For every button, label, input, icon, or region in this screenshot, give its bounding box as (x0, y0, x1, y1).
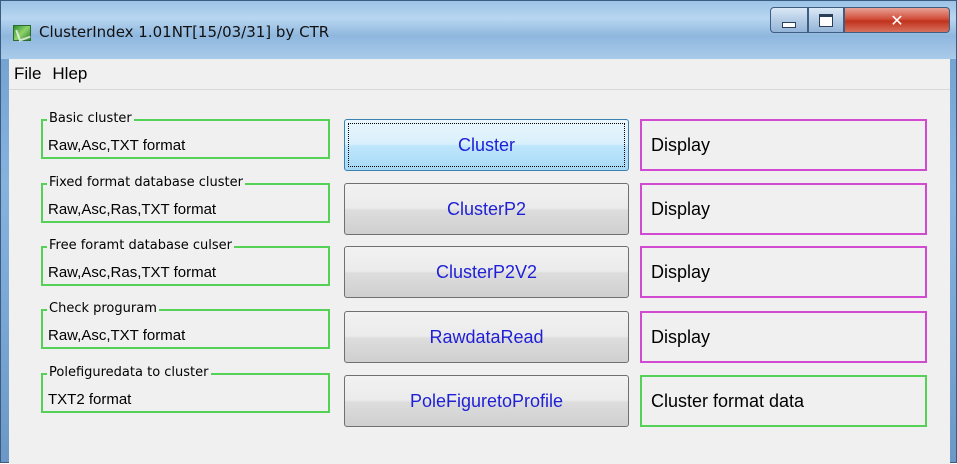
output-label: Cluster format data (651, 390, 805, 411)
group-title: Check proguram (47, 301, 159, 317)
window-title: ClusterIndex 1.01NT[15/03/31] by CTR (39, 23, 330, 41)
group-check-program: Check proguram Raw,Asc,TXT format (41, 301, 330, 349)
group-format-label: Raw,Asc,Ras,TXT format (48, 264, 217, 281)
menu-bar: File Hlep (9, 59, 950, 90)
group-format-label: TXT2 format (48, 391, 132, 408)
clusterp2v2-button[interactable]: ClusterP2V2 (344, 246, 629, 298)
close-button[interactable]: ✕ (844, 7, 950, 33)
group-polefigure: Polefiguredata to cluster TXT2 format (41, 365, 330, 413)
output-box-polefigure[interactable]: Cluster format data (640, 375, 927, 427)
group-format-label: Raw,Asc,Ras,TXT format (48, 201, 217, 218)
minimize-icon (782, 22, 796, 28)
group-title: Polefiguredata to cluster (47, 365, 211, 381)
group-format-label: Raw,Asc,TXT format (48, 327, 186, 344)
output-box-clusterp2v2[interactable]: Display (640, 246, 927, 298)
output-label: Display (651, 261, 711, 282)
output-label: Display (651, 134, 711, 155)
clusterp2-button[interactable]: ClusterP2 (344, 183, 629, 235)
close-icon: ✕ (890, 10, 904, 30)
group-title: Fixed format database cluster (47, 175, 245, 191)
output-box-cluster[interactable]: Display (640, 119, 927, 171)
maximize-icon (819, 13, 833, 27)
output-box-clusterp2[interactable]: Display (640, 183, 927, 235)
app-icon[interactable] (13, 25, 31, 41)
group-free-format: Free foramt database culser Raw,Asc,Ras,… (41, 238, 330, 286)
group-basic-cluster: Basic cluster Raw,Asc,TXT format (41, 111, 330, 159)
group-title: Free foramt database culser (47, 238, 234, 254)
title-bar[interactable]: ClusterIndex 1.01NT[15/03/31] by CTR ✕ (1, 1, 956, 59)
rawdataread-button[interactable]: RawdataRead (344, 311, 629, 363)
group-fixed-format: Fixed format database cluster Raw,Asc,Ra… (41, 175, 330, 223)
main-panel: Basic cluster Raw,Asc,TXT format Cluster… (9, 90, 950, 464)
output-label: Display (651, 198, 711, 219)
polefiguretoprofile-button[interactable]: PoleFiguretoProfile (344, 375, 629, 427)
cluster-button[interactable]: Cluster (344, 119, 629, 171)
app-window: ClusterIndex 1.01NT[15/03/31] by CTR ✕ F… (0, 0, 957, 464)
output-label: Display (651, 326, 711, 347)
minimize-button[interactable] (770, 7, 808, 33)
output-box-rawdataread[interactable]: Display (640, 311, 927, 363)
menu-help[interactable]: Hlep (49, 64, 90, 84)
menu-file[interactable]: File (11, 64, 44, 84)
maximize-button[interactable] (808, 7, 844, 33)
group-format-label: Raw,Asc,TXT format (48, 137, 186, 154)
group-title: Basic cluster (47, 111, 134, 127)
